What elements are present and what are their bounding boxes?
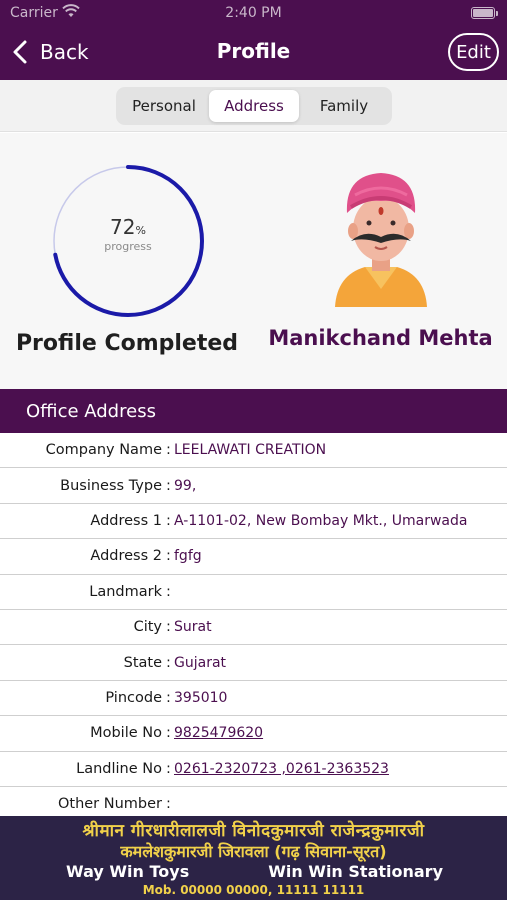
segmented-control: Personal Address Family	[116, 87, 392, 125]
field-value: Gujarat	[174, 654, 227, 671]
ad-banner[interactable]: श्रीमान गीरधारीलालजी विनोदकुमारजी राजेन्…	[0, 816, 507, 900]
field-label: Business Type	[60, 477, 162, 494]
field-label: City	[133, 619, 162, 636]
page-title: Profile	[216, 39, 291, 63]
progress-unit: %	[135, 224, 146, 237]
field-separator: :	[166, 796, 171, 813]
banner-mobile: Mob. 00000 00000, 11111 11111	[142, 883, 365, 897]
user-name: Manikchand Mehta	[268, 326, 493, 350]
tab-bar-container: Personal Address Family	[0, 80, 507, 132]
battery-icon	[471, 7, 495, 19]
field-label: Landline No	[76, 760, 162, 777]
avatar	[335, 173, 427, 307]
clock: 2:40 PM	[225, 5, 282, 21]
field-label: Company Name	[45, 442, 162, 459]
field-row: Landline No:0261-2320723 ,0261-2363523	[0, 752, 507, 787]
nav-bar: Carrier 2:40 PM Back Profile Edit	[0, 0, 507, 80]
field-value: LEELAWATI CREATION	[174, 442, 327, 459]
field-separator: :	[166, 583, 171, 600]
field-label: Address 1	[90, 512, 162, 529]
field-label: Mobile No	[90, 725, 162, 742]
field-label: Pincode	[105, 689, 162, 706]
banner-line-1: श्रीमान गीरधारीलालजी विनोदकुमारजी राजेन्…	[82, 821, 425, 841]
address-fields-list: Company Name: LEELAWATI CREATION Business …	[0, 433, 507, 823]
field-value-link[interactable]: 9825479620	[172, 725, 507, 741]
field-value: Surat	[174, 619, 212, 636]
edit-button[interactable]: Edit	[448, 33, 499, 71]
banner-line-2: कमलेशकुमारजी जिरावला (गढ़ सिवाना-सूरत)	[120, 842, 387, 861]
tab-address[interactable]: Address	[209, 90, 299, 122]
field-row: Address 2: fgfg	[0, 539, 507, 575]
field-row: Mobile No:9825479620	[0, 716, 507, 752]
field-label: Other Number	[57, 796, 162, 813]
tab-family[interactable]: Family	[299, 90, 389, 122]
banner-brand-left: Way Win Toys	[66, 862, 190, 881]
progress-number: 72	[110, 215, 136, 239]
field-label: Landmark	[89, 583, 162, 600]
field-row: Address 1: A-1101-02, New Bombay Mkt., Um…	[0, 504, 507, 540]
field-value: fgfg	[174, 548, 202, 565]
profile-completed-label: Profile Completed	[15, 331, 239, 356]
tab-personal[interactable]: Personal	[119, 90, 209, 122]
field-label: Address 2	[90, 548, 162, 565]
battery-tip	[496, 11, 498, 16]
field-value: 395010	[174, 689, 228, 706]
profile-summary: 72% progress Profile Completed Manikchan…	[0, 133, 507, 389]
progress-value-text: 72%	[78, 215, 178, 239]
banner-brand-right: Win Win Stationary	[268, 862, 443, 881]
field-row: City: Surat	[0, 610, 507, 646]
field-row: Business Type:99,	[0, 468, 507, 504]
field-row: Company Name: LEELAWATI CREATION	[0, 433, 507, 469]
progress-caption: progress	[104, 240, 152, 253]
field-row: Landmark:	[0, 575, 507, 610]
field-value: 99,	[174, 477, 197, 494]
field-value: A-1101-02, New Bombay Mkt., Umarwada	[174, 512, 468, 529]
field-value-link[interactable]: 0261-2320723 ,0261-2363523	[172, 761, 507, 777]
section-header-office-address: Office Address	[0, 389, 507, 433]
field-label: State	[123, 654, 162, 671]
field-row: Pincode:395010	[0, 681, 507, 717]
field-row: State: Gujarat	[0, 645, 507, 681]
status-bar: Carrier 2:40 PM	[0, 0, 507, 26]
